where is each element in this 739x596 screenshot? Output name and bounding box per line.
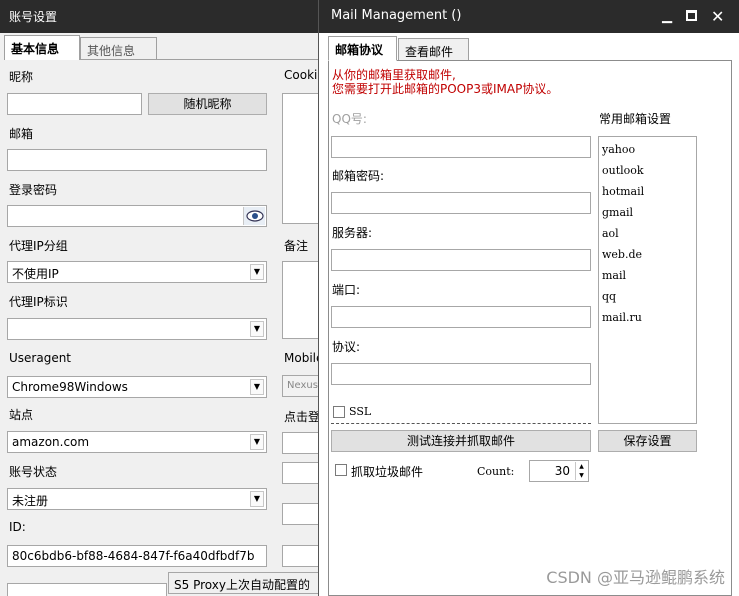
qq-input[interactable] bbox=[331, 136, 591, 158]
junk-mail-checkbox[interactable] bbox=[335, 464, 347, 476]
nickname-input[interactable] bbox=[7, 93, 142, 115]
account-status-label: 账号状态 bbox=[9, 465, 58, 479]
id-input[interactable]: 80c6bdb6-bf88-4684-847f-f6a40dfbdf7b bbox=[7, 545, 267, 567]
count-label: Count: bbox=[477, 465, 515, 478]
right-field-2[interactable] bbox=[282, 462, 320, 484]
mail-password-label: 邮箱密码: bbox=[332, 169, 385, 183]
ssl-checkbox[interactable] bbox=[333, 406, 345, 418]
hint-line-2: 您需要打开此邮箱的POOP3或IMAP协议。 bbox=[332, 82, 559, 96]
site-label: 站点 bbox=[9, 408, 34, 422]
watermark: CSDN @亚马逊鲲鹏系统 bbox=[546, 568, 725, 587]
account-status-select[interactable]: 未注册 ▼ bbox=[7, 488, 267, 510]
cookie-label: Cooki bbox=[284, 68, 318, 82]
tab-basic-info[interactable]: 基本信息 bbox=[4, 35, 80, 60]
port-label: 端口: bbox=[332, 283, 361, 297]
server-input[interactable] bbox=[331, 249, 591, 271]
nickname-label: 昵称 bbox=[9, 70, 34, 84]
port-input[interactable] bbox=[331, 306, 591, 328]
chevron-down-icon: ▼ bbox=[250, 491, 264, 507]
save-settings-button[interactable]: 保存设置 bbox=[598, 430, 697, 452]
mail-management-title: Mail Management () bbox=[331, 8, 462, 23]
list-item[interactable]: mail bbox=[599, 265, 696, 286]
id-label: ID: bbox=[9, 520, 26, 534]
s5-proxy-hint: S5 Proxy上次自动配置的 bbox=[168, 572, 320, 594]
list-item[interactable]: aol bbox=[599, 223, 696, 244]
dashed-divider bbox=[331, 423, 591, 424]
list-item[interactable]: outlook bbox=[599, 160, 696, 181]
show-password-icon[interactable] bbox=[243, 207, 265, 225]
list-item[interactable]: yahoo bbox=[599, 139, 696, 160]
count-value: 30 bbox=[554, 464, 570, 478]
tab-view-mail[interactable]: 查看邮件 bbox=[398, 38, 469, 60]
site-value: amazon.com bbox=[12, 435, 90, 449]
account-status-value: 未注册 bbox=[12, 494, 49, 508]
test-connect-button[interactable]: 测试连接并抓取邮件 bbox=[331, 430, 591, 452]
note-textarea[interactable] bbox=[282, 261, 320, 339]
account-settings-window: 账号设置 基本信息 其他信息 昵称 随机昵称 邮箱 登录密码 代理IP分组 不使… bbox=[0, 0, 323, 596]
junk-mail-label: 抓取垃圾邮件 bbox=[351, 465, 424, 479]
ssl-label: SSL bbox=[349, 405, 372, 418]
mail-protocol-panel: 从你的邮箱里获取邮件, 您需要打开此邮箱的POOP3或IMAP协议。 QQ号: … bbox=[328, 60, 732, 596]
right-field-3[interactable] bbox=[282, 503, 320, 525]
protocol-input[interactable] bbox=[331, 363, 591, 385]
proxy-id-label: 代理IP标识 bbox=[9, 295, 68, 309]
list-item[interactable]: gmail bbox=[599, 202, 696, 223]
bottom-partial-field bbox=[7, 583, 167, 596]
mail-management-titlebar: Mail Management () ▁ ✕ bbox=[319, 0, 739, 33]
account-settings-titlebar: 账号设置 bbox=[0, 0, 320, 33]
close-icon[interactable]: ✕ bbox=[711, 7, 724, 26]
count-stepper[interactable]: 30 ▲ ▼ bbox=[529, 460, 589, 482]
mail-password-input[interactable] bbox=[331, 192, 591, 214]
stepper-arrows-icon[interactable]: ▲ ▼ bbox=[575, 462, 587, 480]
qq-label: QQ号: bbox=[332, 112, 367, 126]
proxy-id-select[interactable]: ▼ bbox=[7, 318, 267, 340]
email-input[interactable] bbox=[7, 149, 267, 171]
right-field-4[interactable] bbox=[282, 545, 320, 567]
hint-line-1: 从你的邮箱里获取邮件, bbox=[332, 68, 456, 82]
cookie-textarea[interactable] bbox=[282, 93, 320, 224]
id-value: 80c6bdb6-bf88-4684-847f-f6a40dfbdf7b bbox=[12, 549, 255, 563]
useragent-value: Chrome98Windows bbox=[12, 380, 128, 394]
useragent-label: Useragent bbox=[9, 351, 72, 365]
chevron-down-icon: ▼ bbox=[250, 321, 264, 337]
click-login-label: 点击登 bbox=[284, 410, 321, 424]
maximize-icon[interactable] bbox=[686, 10, 697, 21]
login-password-label: 登录密码 bbox=[9, 183, 58, 197]
proxy-group-value: 不使用IP bbox=[12, 267, 59, 281]
account-settings-title: 账号设置 bbox=[9, 10, 58, 24]
list-item[interactable]: mail.ru bbox=[599, 307, 696, 328]
common-settings-label: 常用邮箱设置 bbox=[599, 112, 672, 126]
mail-management-window: Mail Management () ▁ ✕ 邮箱协议 查看邮件 从你的邮箱里获… bbox=[318, 0, 739, 596]
minimize-icon[interactable]: ▁ bbox=[662, 9, 672, 24]
tab-mail-protocol[interactable]: 邮箱协议 bbox=[328, 36, 397, 61]
chevron-down-icon: ▼ bbox=[250, 264, 264, 280]
right-field-1[interactable] bbox=[282, 432, 320, 454]
useragent-select[interactable]: Chrome98Windows ▼ bbox=[7, 376, 267, 398]
list-item[interactable]: hotmail bbox=[599, 181, 696, 202]
site-select[interactable]: amazon.com ▼ bbox=[7, 431, 267, 453]
chevron-down-icon: ▼ bbox=[250, 434, 264, 450]
note-label: 备注 bbox=[284, 239, 309, 253]
server-label: 服务器: bbox=[332, 226, 373, 240]
proxy-group-label: 代理IP分组 bbox=[9, 239, 68, 253]
tab-other-info[interactable]: 其他信息 bbox=[80, 37, 157, 59]
list-item[interactable]: web.de bbox=[599, 244, 696, 265]
mobile-value: Nexus bbox=[287, 380, 318, 391]
chevron-down-icon: ▼ bbox=[250, 379, 264, 395]
list-item[interactable]: qq bbox=[599, 286, 696, 307]
email-label: 邮箱 bbox=[9, 127, 34, 141]
random-nickname-button[interactable]: 随机昵称 bbox=[148, 93, 267, 115]
mobile-select[interactable]: Nexus bbox=[282, 375, 320, 397]
protocol-label: 协议: bbox=[332, 340, 361, 354]
common-mail-list[interactable]: yahoo outlook hotmail gmail aol web.de m… bbox=[598, 136, 697, 424]
login-password-input[interactable] bbox=[7, 205, 267, 227]
proxy-group-select[interactable]: 不使用IP ▼ bbox=[7, 261, 267, 283]
